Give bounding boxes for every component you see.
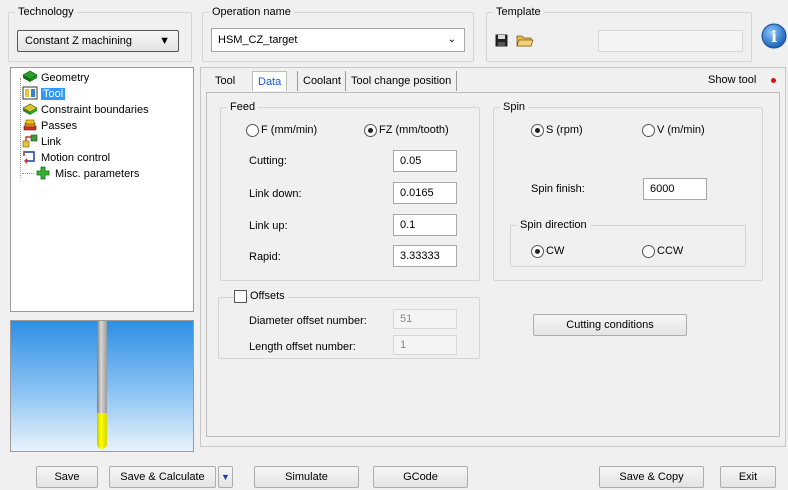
tool-preview xyxy=(10,320,194,452)
passes-icon xyxy=(22,118,38,132)
link-down-label: Link down: xyxy=(249,188,302,200)
spin-finish-input[interactable]: 6000 xyxy=(643,178,707,200)
save-template-icon[interactable] xyxy=(495,34,508,47)
tree-item-label: Passes xyxy=(41,120,78,132)
tab-label: Tool change position xyxy=(351,75,452,87)
spin-legend: Spin xyxy=(503,101,526,113)
cutting-conditions-button[interactable]: Cutting conditions xyxy=(533,314,687,336)
diameter-offset-input: 51 xyxy=(393,309,457,329)
technology-dropdown[interactable]: Constant Z machining ▼ xyxy=(17,30,179,52)
spin-direction-legend: Spin direction xyxy=(520,219,587,231)
link-up-label: Link up: xyxy=(249,220,288,232)
open-template-icon[interactable] xyxy=(516,32,534,47)
tab-label: Data xyxy=(258,76,282,88)
tree-item-label: Misc. parameters xyxy=(55,168,140,180)
technology-legend: Technology xyxy=(18,6,74,18)
geometry-icon xyxy=(22,70,38,84)
template-legend: Template xyxy=(496,6,541,18)
save-button[interactable]: Save xyxy=(36,466,98,488)
spin-cw-radio[interactable] xyxy=(531,245,544,258)
tab-label: Coolant xyxy=(303,75,341,87)
tool-cutter xyxy=(97,413,107,449)
length-offset-label: Length offset number: xyxy=(249,341,356,353)
save-calculate-button[interactable]: Save & Calculate xyxy=(109,466,216,488)
spin-ccw-label: CCW xyxy=(657,245,684,257)
show-tool-label[interactable]: Show tool xyxy=(708,74,756,86)
tree-item-constraint-boundaries[interactable]: Constraint boundaries xyxy=(22,102,149,118)
save-copy-button[interactable]: Save & Copy xyxy=(599,466,704,488)
tree-connector xyxy=(20,78,21,178)
link-down-input[interactable]: 0.0165 xyxy=(393,182,457,204)
show-tool-indicator xyxy=(771,78,776,83)
info-icon[interactable]: i xyxy=(761,23,787,49)
spin-v-radio[interactable] xyxy=(642,124,655,137)
tree-item-label: Tool xyxy=(41,88,66,100)
tab-tool[interactable]: Tool xyxy=(210,71,240,91)
template-field xyxy=(598,30,743,52)
tree-item-label: Constraint boundaries xyxy=(41,104,149,116)
chevron-down-icon: ⌄ xyxy=(447,34,456,45)
tab-label: Tool xyxy=(215,75,236,87)
chevron-down-icon: ▼ xyxy=(221,472,230,482)
simulate-button[interactable]: Simulate xyxy=(254,466,359,488)
cutting-label: Cutting: xyxy=(249,155,287,167)
spin-finish-label: Spin finish: xyxy=(531,183,585,195)
constraint-boundaries-icon xyxy=(22,103,38,117)
tool-shank xyxy=(97,321,107,413)
motion-control-icon xyxy=(22,150,38,164)
tree-item-geometry[interactable]: Geometry xyxy=(22,70,89,86)
tree-item-link[interactable]: Link xyxy=(22,134,61,150)
gcode-button[interactable]: GCode xyxy=(373,466,468,488)
feed-legend: Feed xyxy=(230,101,256,113)
spin-ccw-radio[interactable] xyxy=(642,245,655,258)
tab-data[interactable]: Data xyxy=(252,71,288,91)
link-icon xyxy=(22,134,38,148)
operation-legend: Operation name xyxy=(212,6,291,18)
feed-fz-radio[interactable] xyxy=(364,124,377,137)
offsets-checkbox[interactable] xyxy=(234,290,247,303)
plus-icon xyxy=(36,166,52,180)
tree-item-misc-parameters[interactable]: Misc. parameters xyxy=(22,166,139,182)
spin-s-label: S (rpm) xyxy=(546,124,583,136)
save-calculate-dropdown[interactable]: ▼ xyxy=(218,466,233,488)
tab-tool-change-position[interactable]: Tool change position xyxy=(345,71,458,91)
spin-s-radio[interactable] xyxy=(531,124,544,137)
diameter-offset-label: Diameter offset number: xyxy=(249,315,367,327)
tree-item-passes[interactable]: Passes xyxy=(22,118,77,134)
tree-item-tool[interactable]: Tool xyxy=(22,86,66,102)
offsets-label: Offsets xyxy=(250,290,288,302)
link-up-input[interactable]: 0.1 xyxy=(393,214,457,236)
feed-f-label: F (mm/min) xyxy=(261,124,318,136)
spin-v-label: V (m/min) xyxy=(657,124,705,136)
operation-name-combo[interactable]: HSM_CZ_target ⌄ xyxy=(211,28,465,52)
spin-cw-label: CW xyxy=(546,245,565,257)
rapid-input[interactable]: 3.33333 xyxy=(393,245,457,267)
tool-icon xyxy=(22,86,38,100)
length-offset-input: 1 xyxy=(393,335,457,355)
spin-direction-group: Spin direction xyxy=(510,219,746,267)
tree-branch-line xyxy=(22,173,34,174)
tree-item-motion-control[interactable]: Motion control xyxy=(22,150,110,166)
tree-item-label: Geometry xyxy=(41,72,90,84)
feed-f-radio[interactable] xyxy=(246,124,259,137)
tree-item-label: Motion control xyxy=(41,152,111,164)
tab-coolant[interactable]: Coolant xyxy=(297,71,346,91)
tree-item-label: Link xyxy=(41,136,62,148)
svg-text:i: i xyxy=(771,27,777,46)
rapid-label: Rapid: xyxy=(249,251,281,263)
exit-button[interactable]: Exit xyxy=(720,466,776,488)
operation-name-value: HSM_CZ_target xyxy=(218,34,298,46)
feed-fz-label: FZ (mm/tooth) xyxy=(379,124,449,136)
chevron-down-icon: ▼ xyxy=(159,35,170,47)
technology-dropdown-value: Constant Z machining xyxy=(25,35,132,47)
cutting-input[interactable]: 0.05 xyxy=(393,150,457,172)
